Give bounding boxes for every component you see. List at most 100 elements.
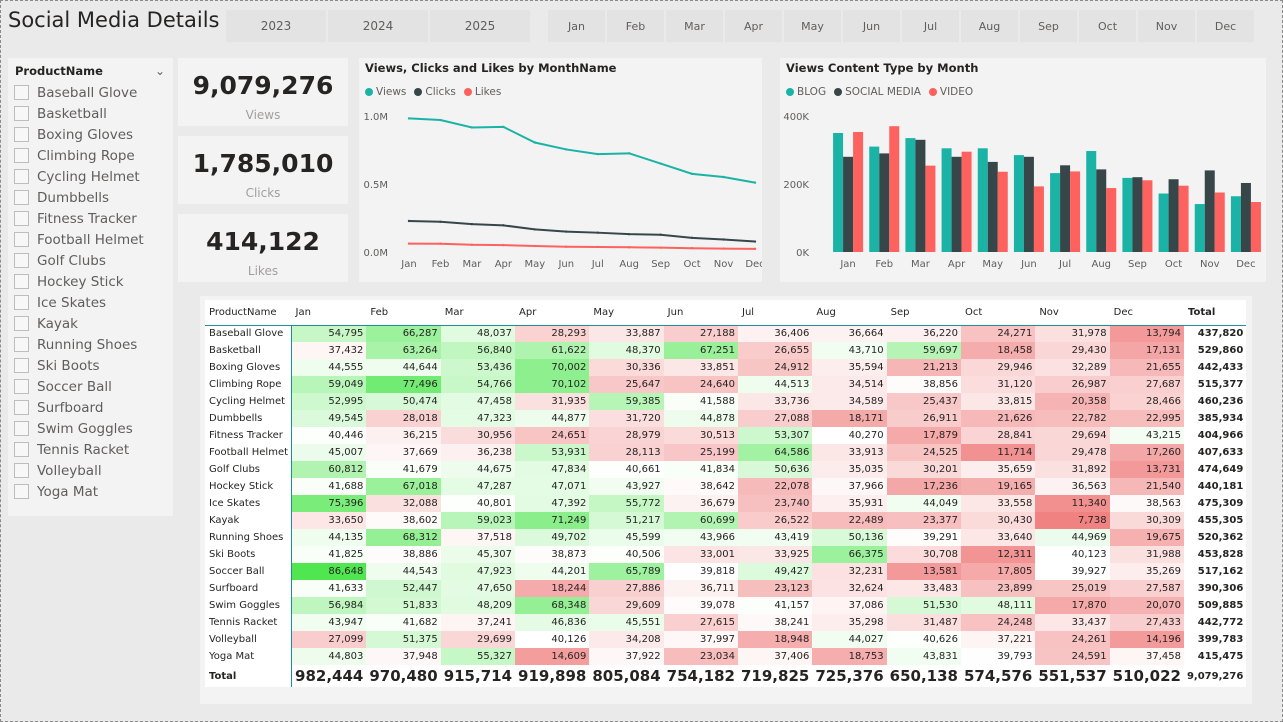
bar-blog-jul[interactable] (1050, 173, 1061, 252)
product-item-kayak[interactable]: Kayak (14, 313, 144, 334)
bar-social-media-jun[interactable] (1023, 156, 1034, 252)
table-row[interactable]: Climbing Rope 59,049 77,496 54,766 70,102 25,… (205, 376, 1246, 393)
month-button-jun[interactable]: Jun (843, 10, 900, 42)
product-item-climbing-rope[interactable]: Climbing Rope (14, 145, 144, 166)
checkbox[interactable] (14, 127, 29, 142)
bar-video-dec[interactable] (1250, 202, 1261, 252)
bar-video-mar[interactable] (925, 165, 936, 252)
bar-social-media-feb[interactable] (879, 153, 890, 252)
month-button-may[interactable]: May (784, 10, 841, 42)
table-row[interactable]: Swim Goggles 56,984 51,833 48,209 68,348 29,6… (205, 597, 1246, 614)
table-row[interactable]: Boxing Gloves 44,555 44,644 53,436 70,002 30,… (205, 359, 1246, 376)
line-point-clicks[interactable] (533, 228, 537, 231)
table-row[interactable]: Tennis Racket 43,947 41,682 37,241 46,836 45,… (205, 614, 1246, 631)
line-point-clicks[interactable] (502, 224, 505, 227)
line-point-likes[interactable] (627, 246, 631, 249)
product-item-boxing-gloves[interactable]: Boxing Gloves (14, 124, 144, 145)
table-row[interactable]: Cycling Helmet 52,995 50,474 47,458 31,935 59… (205, 393, 1246, 410)
product-item-hockey-stick[interactable]: Hockey Stick (14, 271, 144, 292)
line-point-views[interactable] (753, 181, 757, 184)
bar-video-feb[interactable] (889, 126, 900, 252)
column-header-total[interactable]: Total (1184, 300, 1246, 325)
product-item-ski-boots[interactable]: Ski Boots (14, 355, 144, 376)
checkbox[interactable] (14, 85, 29, 100)
checkbox[interactable] (14, 148, 29, 163)
line-point-likes[interactable] (439, 242, 442, 245)
table-row[interactable]: Soccer Ball 86,648 44,543 47,923 44,201 65,78… (205, 563, 1246, 580)
bar-blog-mar[interactable] (905, 138, 916, 252)
month-button-jul[interactable]: Jul (902, 10, 959, 42)
line-point-likes[interactable] (690, 246, 694, 250)
line-point-clicks[interactable] (722, 238, 725, 241)
chevron-down-icon[interactable]: ⌄ (155, 64, 165, 78)
bar-blog-apr[interactable] (941, 148, 952, 252)
bar-social-media-sep[interactable] (1132, 177, 1143, 252)
month-button-jan[interactable]: Jan (548, 10, 605, 42)
line-point-clicks[interactable] (596, 231, 599, 234)
column-header-sep[interactable]: Sep (887, 300, 961, 325)
column-header-productname[interactable]: ProductName (205, 300, 292, 325)
column-header-oct[interactable]: Oct (961, 300, 1035, 325)
month-button-mar[interactable]: Mar (666, 10, 723, 42)
bar-social-media-nov[interactable] (1204, 170, 1215, 252)
line-point-clicks[interactable] (627, 232, 631, 236)
bar-blog-dec[interactable] (1230, 196, 1241, 252)
line-point-views[interactable] (565, 148, 568, 151)
product-item-basketball[interactable]: Basketball (14, 103, 144, 124)
line-point-views[interactable] (596, 152, 599, 156)
product-item-cycling-helmet[interactable]: Cycling Helmet (14, 166, 144, 187)
line-point-likes[interactable] (407, 242, 411, 245)
table-row[interactable]: Volleyball 27,099 51,375 29,699 40,126 34,208… (205, 631, 1246, 648)
column-header-dec[interactable]: Dec (1110, 300, 1184, 325)
product-item-ice-skates[interactable]: Ice Skates (14, 292, 144, 313)
month-button-aug[interactable]: Aug (961, 10, 1018, 42)
checkbox[interactable] (14, 316, 29, 331)
line-point-likes[interactable] (722, 247, 725, 250)
checkbox[interactable] (14, 442, 29, 457)
product-item-yoga-mat[interactable]: Yoga Mat (14, 481, 144, 502)
checkbox[interactable] (14, 232, 29, 247)
column-header-aug[interactable]: Aug (812, 300, 886, 325)
table-row[interactable]: Running Shoes 44,135 68,312 37,518 49,702 45,… (205, 529, 1246, 546)
line-point-views[interactable] (407, 117, 411, 120)
line-point-clicks[interactable] (659, 233, 662, 236)
column-header-may[interactable]: May (589, 300, 663, 325)
bar-blog-sep[interactable] (1122, 177, 1133, 252)
column-header-mar[interactable]: Mar (441, 300, 515, 325)
bar-social-media-jul[interactable] (1060, 165, 1071, 252)
line-point-likes[interactable] (659, 246, 662, 249)
line-point-clicks[interactable] (753, 240, 757, 243)
product-item-dumbbells[interactable]: Dumbbells (14, 187, 144, 208)
bar-video-jul[interactable] (1070, 171, 1081, 252)
checkbox[interactable] (14, 484, 29, 499)
bar-video-apr[interactable] (961, 151, 972, 252)
checkbox[interactable] (14, 358, 29, 373)
year-button-2025[interactable]: 2025 (430, 10, 530, 42)
line-point-clicks[interactable] (439, 220, 442, 224)
bar-blog-jun[interactable] (1013, 155, 1024, 252)
line-point-likes[interactable] (753, 247, 757, 251)
product-item-baseball-glove[interactable]: Baseball Glove (14, 82, 144, 103)
bar-blog-jan[interactable] (833, 133, 844, 252)
table-row[interactable]: Kayak 33,650 38,602 59,023 71,249 51,217 60,69… (205, 512, 1246, 529)
product-item-soccer-ball[interactable]: Soccer Ball (14, 376, 144, 397)
year-button-2023[interactable]: 2023 (226, 10, 326, 42)
checkbox[interactable] (14, 400, 29, 415)
table-row[interactable]: Hockey Stick 41,688 67,018 47,287 47,071 43,9… (205, 478, 1246, 495)
line-point-views[interactable] (659, 162, 662, 165)
checkbox[interactable] (14, 295, 29, 310)
line-point-views[interactable] (722, 175, 725, 179)
line-point-views[interactable] (690, 172, 694, 176)
checkbox[interactable] (14, 211, 29, 226)
bar-video-may[interactable] (997, 171, 1008, 252)
line-point-likes[interactable] (596, 245, 599, 249)
bar-video-nov[interactable] (1214, 192, 1225, 253)
product-item-football-helmet[interactable]: Football Helmet (14, 229, 144, 250)
bar-blog-may[interactable] (977, 148, 988, 252)
product-item-running-shoes[interactable]: Running Shoes (14, 334, 144, 355)
checkbox[interactable] (14, 106, 29, 121)
table-row[interactable]: Basketball 37,432 63,264 56,840 61,622 48,370… (205, 342, 1246, 359)
product-item-golf-clubs[interactable]: Golf Clubs (14, 250, 144, 271)
column-header-jul[interactable]: Jul (738, 300, 812, 325)
checkbox[interactable] (14, 253, 29, 268)
